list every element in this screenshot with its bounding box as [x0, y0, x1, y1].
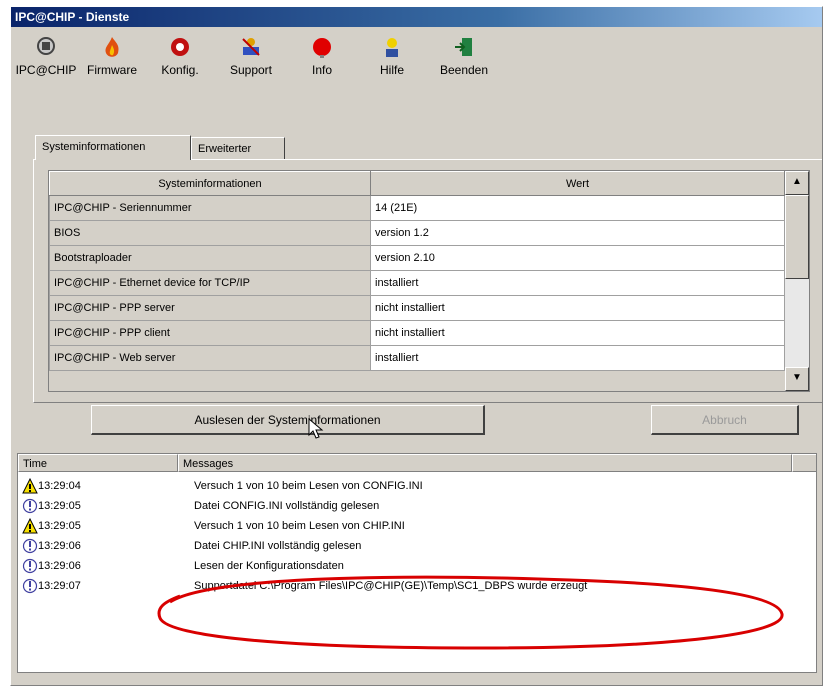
- sysinfo-value: nicht installiert: [370, 320, 785, 346]
- tab-label: Erweiterter: [198, 143, 252, 155]
- toolbar-chip-button[interactable]: IPC@CHIP: [11, 29, 81, 87]
- sysinfo-value: nicht installiert: [370, 295, 785, 321]
- info-icon: [22, 558, 38, 574]
- toolbar-label: Info: [311, 63, 332, 77]
- col-header-sysinfo[interactable]: Systeminformationen: [49, 171, 371, 196]
- toolbar-label: Support: [229, 63, 273, 77]
- toolbar-info-button[interactable]: Info: [287, 29, 357, 87]
- info-icon: [313, 38, 331, 58]
- sysinfo-key: IPC@CHIP - PPP client: [49, 320, 371, 346]
- toolbar-label: Firmware: [87, 63, 137, 77]
- scroll-up-button[interactable]: ▲: [785, 171, 809, 195]
- sysinfo-scrollbar[interactable]: ▲ ▼: [785, 171, 809, 391]
- log-time: 13:29:06: [38, 540, 81, 552]
- log-message: Datei CHIP.INI vollständig gelesen: [194, 540, 362, 552]
- toolbar-label: IPC@CHIP: [15, 63, 77, 77]
- sysinfo-key: IPC@CHIP - PPP server: [49, 295, 371, 321]
- table-row[interactable]: IPC@CHIP - Ethernet device for TCP/IP ins…: [49, 270, 785, 296]
- table-row[interactable]: IPC@CHIP - PPP client nicht installiert: [49, 320, 785, 346]
- toolbar-config-button[interactable]: Konfig.: [145, 29, 215, 87]
- support-icon: [242, 38, 260, 56]
- sysinfo-value: version 2.10: [370, 245, 785, 271]
- toolbar-firmware-button[interactable]: Firmware: [77, 29, 147, 87]
- read-sysinfo-button[interactable]: Auslesen der Systeminformationen: [91, 405, 485, 435]
- log-header: Time Messages: [18, 454, 816, 472]
- tab-systeminformationen[interactable]: Systeminformationen: [35, 135, 191, 160]
- table-row[interactable]: IPC@CHIP - PPP server nicht installiert: [49, 295, 785, 321]
- title-bar[interactable]: IPC@CHIP - Dienste: [11, 7, 822, 27]
- log-time: 13:29:05: [38, 500, 81, 512]
- scroll-thumb[interactable]: [785, 195, 809, 279]
- toolbar-label: Hilfe: [379, 63, 404, 77]
- log-time: 13:29:05: [38, 520, 81, 532]
- abort-button[interactable]: Abbruch: [651, 405, 799, 435]
- toolbar: IPC@CHIP Firmware Konfig. Support Info H…: [11, 27, 822, 89]
- col-header-time[interactable]: Time: [18, 454, 178, 472]
- log-time: 13:29:04: [38, 480, 81, 492]
- sysinfo-panel: Systeminformationen Wert IPC@CHIP - Seri…: [33, 159, 822, 403]
- sysinfo-key: IPC@CHIP - Ethernet device for TCP/IP: [49, 270, 371, 296]
- log-message: Lesen der Konfigurationsdaten: [194, 560, 344, 572]
- toolbar-help-button[interactable]: Hilfe: [357, 29, 427, 87]
- button-label: Auslesen der Systeminformationen: [194, 413, 381, 427]
- log-message: Versuch 1 von 10 beim Lesen von CHIP.INI: [194, 520, 405, 532]
- main-window: IPC@CHIP - Dienste IPC@CHIP Firmware Kon…: [10, 6, 823, 686]
- toolbar-label: Konfig.: [161, 63, 199, 77]
- info-icon: [22, 498, 38, 514]
- exit-icon: [455, 38, 472, 56]
- info-icon: [22, 538, 38, 554]
- sysinfo-key: IPC@CHIP - Seriennummer: [49, 195, 371, 221]
- table-row[interactable]: Bootstraploader version 2.10: [49, 245, 785, 271]
- log-message: Supportdatei C:\Program Files\IPC@CHIP(G…: [194, 580, 588, 592]
- sysinfo-value: version 1.2: [370, 220, 785, 246]
- scroll-down-button[interactable]: ▼: [785, 367, 809, 391]
- log-message: Versuch 1 von 10 beim Lesen von CONFIG.I…: [194, 480, 423, 492]
- chip-icon: [37, 37, 55, 55]
- button-label: Abbruch: [702, 413, 747, 427]
- table-row[interactable]: BIOS version 1.2: [49, 220, 785, 246]
- toolbar-support-button[interactable]: Support: [216, 29, 286, 87]
- toolbar-label: Beenden: [439, 63, 489, 77]
- col-header-value[interactable]: Wert: [370, 171, 785, 196]
- tab-erweiterter[interactable]: Erweiterter: [191, 137, 285, 160]
- tab-label: Systeminformationen: [42, 141, 146, 153]
- toolbar-exit-button[interactable]: Beenden: [429, 29, 499, 87]
- col-header-spacer: [792, 454, 816, 472]
- sysinfo-key: BIOS: [49, 220, 371, 246]
- sysinfo-value: installiert: [370, 345, 785, 371]
- config-icon: [171, 38, 189, 56]
- table-row[interactable]: IPC@CHIP - Web server installiert: [49, 345, 785, 371]
- info-icon: [22, 578, 38, 594]
- help-icon: [386, 38, 398, 57]
- sysinfo-value: 14 (21E): [370, 195, 785, 221]
- message-log[interactable]: Time Messages 13:29:04 Versuch 1 von 10 …: [17, 453, 817, 673]
- table-row[interactable]: IPC@CHIP - Seriennummer 14 (21E): [49, 195, 785, 221]
- warning-icon: [22, 518, 38, 534]
- sysinfo-key: IPC@CHIP - Web server: [49, 345, 371, 371]
- log-message: Datei CONFIG.INI vollständig gelesen: [194, 500, 380, 512]
- col-header-messages[interactable]: Messages: [178, 454, 792, 472]
- sysinfo-key: Bootstraploader: [49, 245, 371, 271]
- log-time: 13:29:06: [38, 560, 81, 572]
- firmware-icon: [105, 37, 119, 57]
- sysinfo-grid: Systeminformationen Wert IPC@CHIP - Seri…: [48, 170, 810, 392]
- warning-icon: [22, 478, 38, 494]
- sysinfo-value: installiert: [370, 270, 785, 296]
- window-title: IPC@CHIP - Dienste: [15, 10, 130, 24]
- log-time: 13:29:07: [38, 580, 81, 592]
- sysinfo-table: Systeminformationen Wert IPC@CHIP - Seri…: [49, 171, 785, 371]
